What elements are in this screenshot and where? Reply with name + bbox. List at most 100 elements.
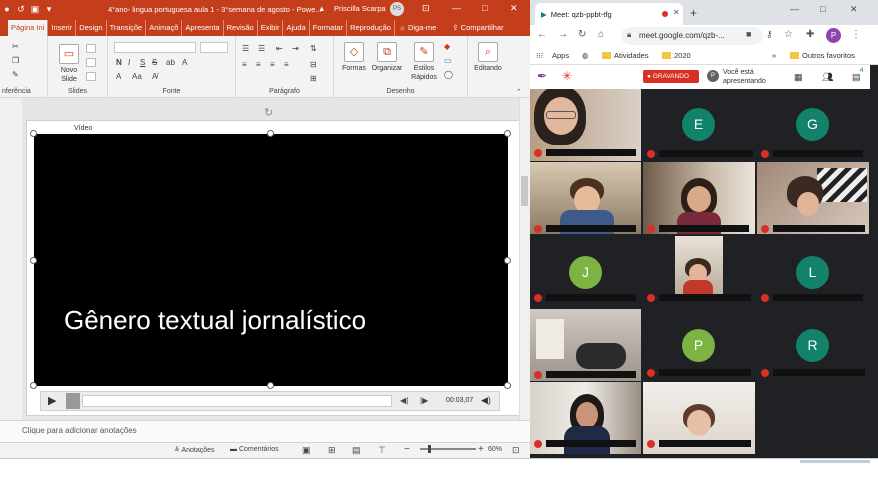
bookmark-atividades[interactable]: Atividades xyxy=(602,51,649,60)
video-tile[interactable] xyxy=(530,162,641,234)
justify-icon[interactable]: ≡ xyxy=(284,60,289,69)
new-tab-icon[interactable]: + xyxy=(690,6,697,20)
autosave-icon[interactable]: ● xyxy=(0,4,14,14)
layout-icon[interactable] xyxy=(86,44,96,53)
tab-view[interactable]: Exibir xyxy=(256,20,283,36)
bookmark-2020[interactable]: 2020 xyxy=(662,51,691,60)
zoom-out-icon[interactable]: − xyxy=(404,444,410,455)
bookmark-others[interactable]: Outros favoritos xyxy=(790,51,855,60)
notes-toggle[interactable]: ≜ Anotações xyxy=(174,446,215,454)
sparkle-icon[interactable]: ✳ xyxy=(562,69,572,83)
forward-icon[interactable]: |▶ xyxy=(420,396,428,405)
font-size-select[interactable] xyxy=(200,42,228,53)
tab-design[interactable]: Design xyxy=(75,20,105,36)
vertical-scrollbar[interactable] xyxy=(519,98,530,420)
seek-bar[interactable] xyxy=(82,395,392,407)
video-tile[interactable] xyxy=(643,162,755,234)
lock-icon[interactable]: 🔒︎ xyxy=(627,30,631,40)
slideshow-view-icon[interactable]: ⊤ xyxy=(378,445,386,456)
indent-icon[interactable]: ⇤ xyxy=(276,44,283,53)
align-left-icon[interactable]: ≡ xyxy=(242,60,247,69)
new-slide-button[interactable]: ▭ Novo Slide xyxy=(56,44,82,84)
present-icon[interactable]: ▣ xyxy=(28,4,42,15)
bold-icon[interactable]: N xyxy=(116,58,122,67)
shape-effects-icon[interactable]: ◯ xyxy=(444,70,453,79)
outdent-icon[interactable]: ⇥ xyxy=(292,44,299,53)
text-direction-icon[interactable]: ⇅ xyxy=(310,44,317,53)
video-tile[interactable]: G xyxy=(757,89,869,161)
camera-icon[interactable]: ■ xyxy=(746,29,751,39)
close-tab-icon[interactable]: ✕ xyxy=(673,8,680,17)
font-color-icon[interactable]: A xyxy=(116,72,121,81)
rewind-icon[interactable]: ◀| xyxy=(400,396,408,405)
fit-slide-icon[interactable]: ⊡ xyxy=(512,445,520,456)
user-name[interactable]: Priscilla Scarpa xyxy=(334,4,386,13)
tab-animations[interactable]: Animaçõ xyxy=(145,20,181,36)
key-icon[interactable]: ⚷ xyxy=(766,29,773,40)
people-icon[interactable]: 👥︎ xyxy=(822,72,833,83)
editing-button[interactable]: ⌕ Editando xyxy=(470,42,506,73)
volume-icon[interactable]: ◀) xyxy=(481,395,491,406)
underline-icon[interactable]: S xyxy=(140,58,145,67)
reload-icon[interactable]: ↻ xyxy=(578,29,586,40)
copy-icon[interactable]: ❐ xyxy=(12,56,19,65)
strike-icon[interactable]: S xyxy=(152,58,157,67)
tab-slideshow[interactable]: Apresenta xyxy=(181,20,222,36)
ribbon-display-icon[interactable]: ⊡ xyxy=(422,3,430,14)
quick-styles-button[interactable]: ✎ Estilos Rápidos xyxy=(408,42,440,82)
undo-icon[interactable]: ↺ xyxy=(14,4,28,15)
resize-handle[interactable] xyxy=(267,130,274,137)
section-icon[interactable] xyxy=(86,72,96,81)
video-tile[interactable]: J xyxy=(530,236,641,308)
minimize-icon[interactable]: — xyxy=(452,3,461,13)
resize-handle[interactable] xyxy=(504,257,511,264)
arrange-button[interactable]: ⧉ Organizar xyxy=(370,42,404,73)
user-avatar[interactable]: PS xyxy=(390,2,404,16)
close-icon[interactable]: ✕ xyxy=(850,4,858,15)
video-tile[interactable]: L xyxy=(757,236,869,308)
video-tile[interactable] xyxy=(530,309,641,381)
video-tile[interactable] xyxy=(530,382,641,454)
profile-avatar[interactable]: P xyxy=(826,28,841,43)
share-button[interactable]: ⇪ Compartilhar xyxy=(449,20,506,36)
resize-handle[interactable] xyxy=(30,382,37,389)
zoom-in-icon[interactable]: + xyxy=(478,444,484,455)
address-bar[interactable]: meet.google.com/qzb-... xyxy=(621,27,763,45)
more-icon[interactable]: ▾ xyxy=(42,4,56,15)
resize-handle[interactable] xyxy=(30,130,37,137)
resize-handle[interactable] xyxy=(30,257,37,264)
star-icon[interactable]: ☆ xyxy=(784,29,793,40)
apps-icon[interactable]: ⁝⁝⁝ xyxy=(536,51,543,60)
home-icon[interactable]: ⌂ xyxy=(598,29,604,40)
char-spacing-icon[interactable]: ab xyxy=(166,58,175,67)
align-center-icon[interactable]: ≡ xyxy=(256,60,261,69)
italic-icon[interactable]: I xyxy=(128,58,130,67)
play-icon[interactable]: ▶ xyxy=(48,394,56,407)
video-tile[interactable]: P xyxy=(643,309,755,381)
bookmark-apps[interactable]: Apps xyxy=(552,51,569,60)
numbering-icon[interactable]: ☰ xyxy=(258,44,265,53)
comments-toggle[interactable]: ▬ Comentários xyxy=(230,446,279,453)
zoom-slider-thumb[interactable] xyxy=(428,445,431,453)
align-right-icon[interactable]: ≡ xyxy=(270,60,275,69)
seek-thumb[interactable] xyxy=(66,393,80,409)
tab-review[interactable]: Revisão xyxy=(222,20,257,36)
extensions-icon[interactable]: ✚ xyxy=(806,29,814,40)
video-frame[interactable] xyxy=(34,134,508,386)
align-text-icon[interactable]: ⊟ xyxy=(310,60,317,69)
reading-view-icon[interactable]: ▤ xyxy=(352,445,361,456)
video-tile[interactable] xyxy=(643,382,755,454)
tab-transitions[interactable]: Transiçõe xyxy=(105,20,146,36)
video-tile[interactable] xyxy=(643,236,755,308)
shape-outline-icon[interactable]: ▭ xyxy=(444,56,452,65)
sorter-view-icon[interactable]: ⊞ xyxy=(328,445,336,456)
grid-view-icon[interactable]: ▦ xyxy=(794,72,803,83)
collapse-ribbon-icon[interactable]: ⌃ xyxy=(516,88,522,96)
close-icon[interactable]: ✕ xyxy=(510,3,518,14)
cut-icon[interactable]: ✂ xyxy=(12,42,19,51)
resize-handle[interactable] xyxy=(504,382,511,389)
video-tile[interactable]: R xyxy=(757,309,869,381)
smartart-icon[interactable]: ⊞ xyxy=(310,74,317,83)
browser-tab[interactable]: ▶ Meet: qzb-ppbt-tfg ✕ xyxy=(535,3,683,25)
back-icon[interactable]: ← xyxy=(537,29,547,40)
